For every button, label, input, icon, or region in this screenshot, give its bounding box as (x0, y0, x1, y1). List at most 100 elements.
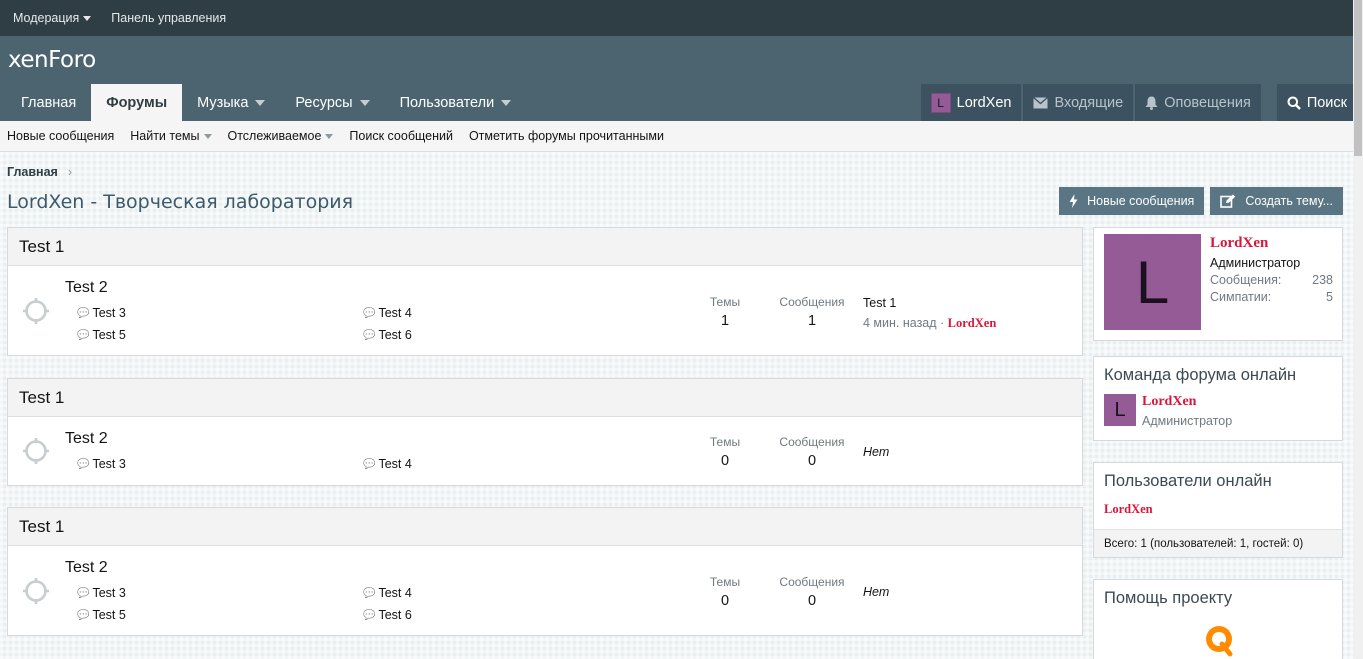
subforum-link[interactable]: 💬 Test 5 (77, 328, 126, 342)
moderation-menu[interactable]: Модерация (13, 11, 92, 25)
latest-thread-link[interactable]: Test 1 (863, 296, 996, 310)
tab-forums[interactable]: Форумы (91, 84, 183, 121)
subforum-link[interactable]: 💬 Test 6 (363, 608, 412, 622)
profile-likes: Симпатии: 5 (1210, 290, 1333, 304)
subforum-link[interactable]: 💬 Test 4 (363, 306, 412, 320)
forum-title[interactable]: Test 2 (65, 559, 108, 577)
posts-count: 1 (807, 313, 817, 329)
forum-title[interactable]: Test 2 (65, 279, 108, 297)
subforum-link[interactable]: 💬 Test 3 (77, 457, 126, 471)
subforum-icon: 💬 (77, 587, 90, 599)
chevron-down-icon[interactable] (359, 99, 370, 106)
tab-music[interactable]: Музыка (182, 84, 280, 121)
account-button[interactable]: L LordXen (920, 84, 1022, 121)
staff-bar: Модерация Панель управления (0, 0, 1363, 36)
chevron-down-icon[interactable] (203, 133, 212, 139)
tab-members[interactable]: Пользователи (385, 84, 527, 121)
posts-stat: Сообщения 0 (772, 575, 852, 609)
latest-user-link[interactable]: LordXen (948, 316, 997, 330)
inbox-button[interactable]: Входящие (1023, 84, 1134, 121)
forum-category: Test 1 Test 2 💬 Test 3 💬 Test 4 💬 Test 5 💬 T… (7, 507, 1083, 636)
search-icon (1287, 96, 1301, 110)
staff-member: L LordXen Администратор (1094, 394, 1342, 428)
avatar: L (930, 92, 951, 113)
threads-label: Темы (709, 295, 741, 309)
profile-username[interactable]: LordXen (1210, 235, 1333, 252)
subforum-link[interactable]: 💬 Test 5 (77, 608, 126, 622)
alerts-button[interactable]: Оповещения (1135, 84, 1261, 121)
category-title[interactable]: Test 1 (8, 508, 1082, 546)
staff-role: Администратор (1142, 414, 1233, 428)
chevron-down-icon[interactable] (325, 133, 334, 139)
tab-home[interactable]: Главная (6, 84, 91, 121)
subforum-icon: 💬 (77, 609, 90, 621)
nav-tabs: Главная Форумы Музыка Ресурсы Пользовате… (6, 84, 526, 121)
forum-category: Test 1 Test 2 💬 Test 3 💬 Test 4 Темы 0 Сооб… (7, 378, 1083, 486)
threads-label: Темы (709, 575, 741, 589)
page-actions: Новые сообщения Создать тему... (1059, 187, 1343, 215)
subforum-icon: 💬 (77, 329, 90, 341)
staff-username[interactable]: LordXen (1142, 394, 1232, 410)
staff-online-widget: Команда форума онлайн L LordXen Админист… (1093, 356, 1343, 441)
control-panel-link[interactable]: Панель управления (111, 11, 226, 25)
avatar[interactable]: L (1104, 394, 1136, 426)
online-user-link[interactable]: LordXen (1094, 500, 1342, 517)
posts-label: Сообщения (779, 295, 845, 309)
subforum-link[interactable]: 💬 Test 6 (363, 328, 412, 342)
subnav-mark-read[interactable]: Отметить форумы прочитанными (469, 129, 664, 143)
qiwi-icon[interactable] (1202, 622, 1238, 659)
forum-category: Test 1 Test 2 💬 Test 3 💬 Test 4 💬 Test 5 💬 T… (7, 227, 1083, 356)
sub-nav: Новые сообщения Найти темы Отслеживаемое… (0, 121, 1363, 152)
profile-role: Администратор (1210, 256, 1301, 270)
latest-post-none: Нет (863, 585, 890, 599)
subforum-icon: 💬 (363, 307, 376, 319)
profile-posts: Сообщения: 238 (1210, 273, 1333, 287)
main-nav: Главная Форумы Музыка Ресурсы Пользовате… (0, 84, 1363, 121)
subforum-icon: 💬 (363, 458, 376, 470)
breadcrumb-home[interactable]: Главная (7, 165, 58, 179)
new-posts-button[interactable]: Новые сообщения (1059, 187, 1205, 215)
latest-post: Test 1 4 мин. назад · LordXen (863, 296, 996, 331)
donate-widget: Помощь проекту (1093, 579, 1343, 659)
chevron-down-icon[interactable] (501, 99, 512, 106)
subnav-new-posts[interactable]: Новые сообщения (7, 129, 114, 143)
forum-node: Test 2 💬 Test 3 💬 Test 4 Темы 0 Сообщения 0 … (8, 417, 1082, 486)
subforum-link[interactable]: 💬 Test 4 (363, 457, 412, 471)
threads-count: 0 (720, 453, 730, 469)
profile-info: LordXen Администратор Сообщения: 238 Симп… (1210, 235, 1333, 304)
subnav-watched[interactable]: Отслеживаемое (228, 129, 334, 143)
latest-meta: 4 мин. назад · LordXen (863, 316, 997, 330)
chevron-down-icon (83, 15, 92, 21)
forum-node-icon (23, 298, 49, 324)
subforum-icon: 💬 (363, 329, 376, 341)
subnav-find-threads[interactable]: Найти темы (130, 129, 212, 143)
subforum-icon: 💬 (77, 458, 90, 470)
scrollbar-thumb[interactable] (1354, 0, 1362, 156)
posts-label: Сообщения (779, 435, 845, 449)
breadcrumb: Главная › (7, 165, 72, 179)
posts-count: 0 (807, 453, 817, 469)
category-title[interactable]: Test 1 (8, 379, 1082, 417)
subnav-search-posts[interactable]: Поиск сообщений (349, 129, 453, 143)
threads-stat: Темы 0 (698, 575, 752, 609)
threads-stat: Темы 1 (698, 295, 752, 329)
forum-title[interactable]: Test 2 (65, 430, 108, 448)
bell-icon (1145, 96, 1158, 110)
search-button[interactable]: Поиск (1276, 84, 1357, 121)
forum-node: Test 2 💬 Test 3 💬 Test 4 💬 Test 5 💬 Test 6 Т… (8, 546, 1082, 636)
create-thread-button[interactable]: Создать тему... (1210, 187, 1343, 215)
threads-stat: Темы 0 (698, 435, 752, 469)
site-logo[interactable]: xenForo (8, 47, 96, 73)
widget-title: Помощь проекту (1104, 589, 1233, 607)
subforum-link[interactable]: 💬 Test 3 (77, 586, 126, 600)
subforum-link[interactable]: 💬 Test 3 (77, 306, 126, 320)
staff-info: LordXen Администратор (1142, 394, 1232, 428)
scrollbar[interactable] (1353, 0, 1363, 659)
widget-title: Команда форума онлайн (1104, 366, 1297, 384)
category-title[interactable]: Test 1 (8, 228, 1082, 266)
avatar[interactable]: L (1104, 234, 1201, 330)
subforum-link[interactable]: 💬 Test 4 (363, 586, 412, 600)
chevron-down-icon[interactable] (255, 99, 266, 106)
tab-resources[interactable]: Ресурсы (280, 84, 384, 121)
edit-icon (1220, 194, 1236, 208)
